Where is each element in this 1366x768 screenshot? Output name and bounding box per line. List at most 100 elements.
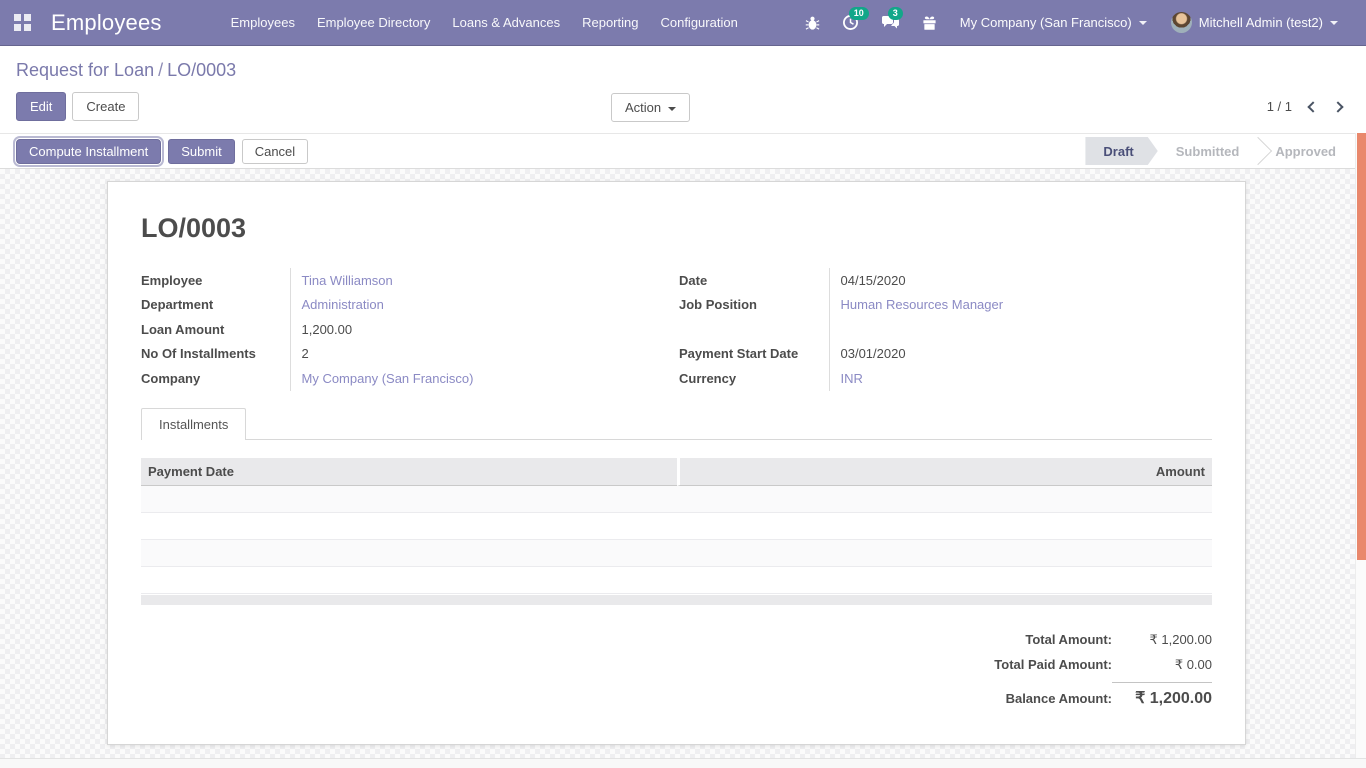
content-area: LO/0003 Employee Tina Williamson Departm…	[0, 169, 1366, 758]
breadcrumb-current: LO/0003	[167, 60, 236, 80]
compute-installment-button[interactable]: Compute Installment	[16, 139, 161, 164]
nav-item-employees[interactable]: Employees	[220, 0, 306, 45]
payment-start-date-value: 03/01/2020	[829, 342, 1212, 367]
status-step-draft[interactable]: Draft	[1085, 137, 1157, 165]
installments-table: Payment Date Amount	[141, 458, 1212, 594]
left-field-group: Employee Tina Williamson Department Admi…	[141, 268, 661, 391]
vertical-scrollbar-track	[1355, 133, 1366, 758]
company-switcher[interactable]: My Company (San Francisco)	[948, 0, 1159, 45]
field-row-payment-start-date: Payment Start Date 03/01/2020	[679, 342, 1212, 367]
status-steps: Draft Submitted Approved	[1085, 137, 1354, 165]
installments-count-value: 2	[290, 342, 661, 367]
message-count-badge: 3	[888, 7, 903, 20]
table-row	[141, 513, 1212, 540]
control-panel-buttons: Edit Create	[16, 92, 1366, 121]
table-footer-strip	[141, 595, 1212, 605]
chevron-down-icon	[1139, 21, 1147, 25]
balance-amount-label: Balance Amount:	[1006, 691, 1112, 706]
field-row-employee: Employee Tina Williamson	[141, 268, 661, 293]
field-label: Loan Amount	[141, 317, 290, 342]
totals-block: Total Amount: ₹ 1,200.00 Total Paid Amou…	[141, 632, 1212, 714]
status-step-submitted[interactable]: Submitted	[1158, 137, 1258, 165]
nav-item-loans-advances[interactable]: Loans & Advances	[441, 0, 571, 45]
cancel-button[interactable]: Cancel	[242, 139, 308, 164]
table-row	[141, 540, 1212, 567]
company-value-link[interactable]: My Company (San Francisco)	[302, 371, 474, 386]
user-menu[interactable]: Mitchell Admin (test2)	[1159, 0, 1350, 45]
table-row	[141, 486, 1212, 513]
company-switcher-label: My Company (San Francisco)	[960, 15, 1132, 30]
activities-clock-icon[interactable]: 10	[831, 0, 870, 45]
loan-amount-value: 1,200.00	[290, 317, 661, 342]
field-row-installments-count: No Of Installments 2	[141, 342, 661, 367]
pager-value[interactable]: 1 / 1	[1267, 99, 1292, 114]
field-label: Currency	[679, 366, 829, 391]
chevron-down-icon	[1330, 21, 1338, 25]
form-statusbar: Compute Installment Submit Cancel Draft …	[0, 133, 1366, 169]
department-value-link[interactable]: Administration	[302, 297, 384, 312]
total-amount-row: Total Amount: ₹ 1,200.00	[141, 632, 1212, 657]
field-row-company: Company My Company (San Francisco)	[141, 366, 661, 391]
field-label: Department	[141, 293, 290, 318]
field-label: Date	[679, 268, 829, 293]
field-label: Job Position	[679, 293, 829, 318]
user-menu-label: Mitchell Admin (test2)	[1199, 15, 1323, 30]
apps-grid-icon[interactable]	[14, 14, 31, 31]
field-label: Employee	[141, 268, 290, 293]
app-name[interactable]: Employees	[51, 10, 162, 36]
breadcrumb: Request for Loan/LO/0003	[0, 46, 1366, 81]
horizontal-scrollbar-track	[0, 758, 1366, 768]
user-avatar	[1171, 12, 1192, 33]
create-button[interactable]: Create	[72, 92, 139, 121]
column-header-amount[interactable]: Amount	[677, 458, 1213, 486]
main-menu: Employees Employee Directory Loans & Adv…	[220, 0, 749, 45]
pager-next-icon[interactable]	[1332, 101, 1343, 112]
gift-icon[interactable]	[911, 0, 948, 45]
total-amount-label: Total Amount:	[1025, 632, 1112, 647]
nav-item-reporting[interactable]: Reporting	[571, 0, 649, 45]
column-header-payment-date[interactable]: Payment Date	[141, 458, 677, 486]
top-navbar: Employees Employees Employee Directory L…	[0, 0, 1366, 46]
total-paid-label: Total Paid Amount:	[994, 657, 1112, 672]
nav-item-configuration[interactable]: Configuration	[649, 0, 748, 45]
date-value: 04/15/2020	[829, 268, 1212, 293]
field-groups: Employee Tina Williamson Department Admi…	[141, 268, 1212, 391]
tab-installments[interactable]: Installments	[141, 408, 246, 440]
nav-item-employee-directory[interactable]: Employee Directory	[306, 0, 441, 45]
field-label: Company	[141, 366, 290, 391]
notebook-tabs: Installments	[141, 408, 1212, 440]
total-amount-value: ₹ 1,200.00	[1112, 632, 1212, 648]
table-row	[141, 567, 1212, 594]
job-position-value-link[interactable]: Human Resources Manager	[841, 297, 1004, 312]
field-row-spacer	[679, 317, 1212, 342]
form-sheet: LO/0003 Employee Tina Williamson Departm…	[107, 181, 1246, 745]
field-row-job-position: Job Position Human Resources Manager	[679, 293, 1212, 318]
edit-button[interactable]: Edit	[16, 92, 66, 121]
navbar-systray: 10 3 My Company (San Francisco) Mitchell…	[794, 0, 1350, 45]
submit-button[interactable]: Submit	[168, 139, 234, 164]
balance-amount-value: ₹ 1,200.00	[1112, 682, 1212, 708]
field-row-department: Department Administration	[141, 293, 661, 318]
record-title: LO/0003	[141, 213, 1212, 244]
action-dropdown-button[interactable]: Action	[611, 93, 690, 122]
chevron-down-icon	[668, 107, 676, 111]
total-paid-value: ₹ 0.00	[1112, 657, 1212, 673]
status-step-approved[interactable]: Approved	[1257, 137, 1354, 165]
right-field-group: Date 04/15/2020 Job Position Human Resou…	[679, 268, 1212, 391]
field-row-currency: Currency INR	[679, 366, 1212, 391]
total-paid-row: Total Paid Amount: ₹ 0.00	[141, 657, 1212, 682]
breadcrumb-separator: /	[154, 60, 167, 80]
breadcrumb-parent[interactable]: Request for Loan	[16, 60, 154, 80]
field-row-loan-amount: Loan Amount 1,200.00	[141, 317, 661, 342]
employee-value-link[interactable]: Tina Williamson	[302, 273, 393, 288]
balance-amount-row: Balance Amount: ₹ 1,200.00	[141, 682, 1212, 714]
vertical-scrollbar-thumb[interactable]	[1357, 133, 1366, 560]
field-row-date: Date 04/15/2020	[679, 268, 1212, 293]
currency-value-link[interactable]: INR	[841, 371, 863, 386]
field-label: Payment Start Date	[679, 342, 829, 367]
messages-icon[interactable]: 3	[870, 0, 911, 45]
pager-previous-icon[interactable]	[1307, 101, 1318, 112]
activity-count-badge: 10	[849, 7, 869, 20]
field-label: No Of Installments	[141, 342, 290, 367]
debug-bug-icon[interactable]	[794, 0, 831, 45]
